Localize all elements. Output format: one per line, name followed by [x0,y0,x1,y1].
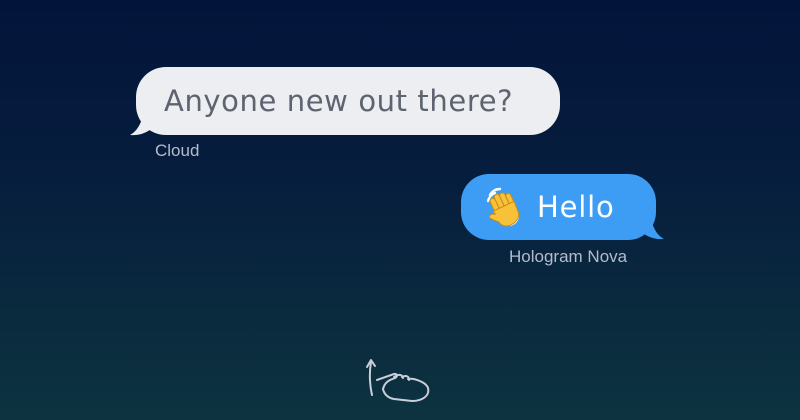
outgoing-sender-name: Hologram Nova [509,247,628,266]
outgoing-message-bubble[interactable]: Hello [461,174,656,240]
incoming-message-text: Anyone new out there? [164,84,514,118]
waving-hand-icon [486,187,520,227]
swipe-up-hand-icon [366,359,430,402]
incoming-sender-name: Cloud [155,141,200,160]
incoming-message-bubble[interactable]: Anyone new out there? [136,67,560,135]
outgoing-message-text: Hello [537,190,615,224]
chat-screen: Anyone new out there? Cloud Hello Hologr… [0,0,800,420]
